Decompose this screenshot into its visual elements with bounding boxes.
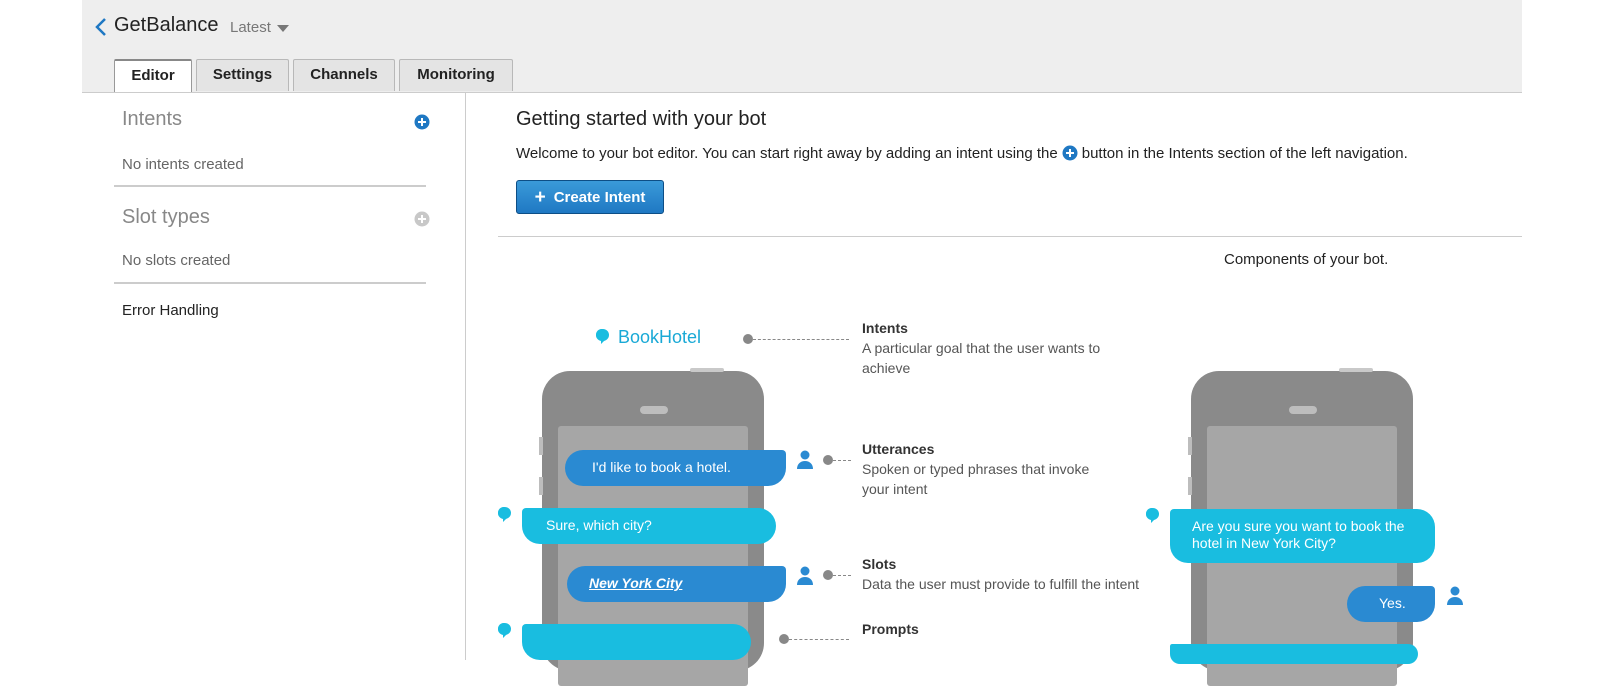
chevron-left-icon[interactable] (94, 16, 108, 38)
chat-bubble-user: I'd like to book a hotel. (565, 450, 786, 486)
welcome-text-after: button in the Intents section of the lef… (1081, 145, 1408, 162)
connector-line (753, 339, 849, 340)
chat-bubble-user: New York City (567, 566, 786, 602)
chat-bubble-bot (522, 624, 751, 660)
add-slot-type-icon[interactable] (414, 211, 430, 227)
slot-types-heading: Slot types (122, 206, 210, 228)
connector-line (833, 460, 851, 461)
label-utterances-title: Utterances (862, 441, 935, 457)
components-label: Components of your bot. (1224, 251, 1389, 268)
create-intent-button[interactable]: + Create Intent (516, 180, 664, 214)
welcome-text-before: Welcome to your bot editor. You can star… (516, 145, 1058, 162)
user-icon (1447, 586, 1463, 605)
version-label: Latest (230, 19, 271, 36)
add-intent-icon[interactable] (414, 114, 430, 130)
header: GetBalance Latest Editor Settings Channe… (82, 0, 1522, 93)
intents-heading: Intents (122, 108, 183, 130)
speech-bubble-icon (1146, 508, 1159, 523)
bot-name: GetBalance (114, 14, 219, 36)
app-frame: GetBalance Latest Editor Settings Channe… (82, 0, 1522, 686)
speech-bubble-icon (596, 329, 609, 344)
divider (114, 185, 426, 187)
label-utterances-desc: Spoken or typed phrases that invoke your… (862, 461, 1090, 497)
intents-empty-text: No intents created (122, 156, 244, 173)
connector-line (833, 575, 851, 576)
user-icon (797, 566, 813, 585)
label-intents-desc: A particular goal that the user wants to… (862, 340, 1101, 376)
phone-speaker (640, 406, 668, 414)
tab-settings[interactable]: Settings (196, 59, 289, 91)
slots-empty-text: No slots created (122, 252, 231, 269)
plus-icon: + (534, 186, 546, 208)
tab-channels[interactable]: Channels (293, 59, 395, 91)
version-dropdown[interactable]: Latest (230, 19, 289, 36)
connector-line (789, 639, 849, 640)
phone-button (1188, 437, 1192, 455)
connector-dot (823, 455, 833, 465)
chat-bubble-bot (1170, 644, 1418, 664)
welcome-text: Welcome to your bot editor. You can star… (516, 145, 1408, 162)
connector-dot (823, 570, 833, 580)
plus-circle-icon (1062, 145, 1078, 161)
create-intent-label: Create Intent (553, 188, 646, 206)
label-prompts-title: Prompts (862, 621, 919, 637)
caret-down-icon (276, 24, 289, 32)
tab-monitoring[interactable]: Monitoring (399, 59, 513, 91)
label-intents-title: Intents (862, 320, 908, 336)
connector-dot (779, 634, 789, 644)
chat-bubble-user: Yes. (1347, 586, 1435, 622)
phone-button (539, 477, 543, 495)
page-title: Getting started with your bot (516, 108, 767, 130)
speech-bubble-icon (498, 507, 511, 522)
sidebar: Intents No intents created Slot types No… (82, 93, 466, 660)
divider (498, 236, 1522, 237)
intent-name-bookhotel: BookHotel (618, 327, 702, 347)
label-slots-title: Slots (862, 556, 897, 572)
phone-button (1339, 368, 1373, 372)
tab-editor[interactable]: Editor (114, 59, 192, 92)
connector-dot (743, 334, 753, 344)
error-handling-link[interactable]: Error Handling (122, 302, 219, 319)
label-slots-desc: Data the user must provide to fulfill th… (862, 576, 1140, 592)
chat-bubble-bot: Are you sure you want to book the hotel … (1170, 509, 1435, 563)
chat-bubble-bot: Sure, which city? (522, 508, 776, 544)
phone-button (690, 368, 724, 372)
phone-button (1188, 477, 1192, 495)
speech-bubble-icon (498, 623, 511, 638)
phone-button (539, 437, 543, 455)
user-icon (797, 450, 813, 469)
divider (114, 282, 426, 284)
phone-speaker (1289, 406, 1317, 414)
